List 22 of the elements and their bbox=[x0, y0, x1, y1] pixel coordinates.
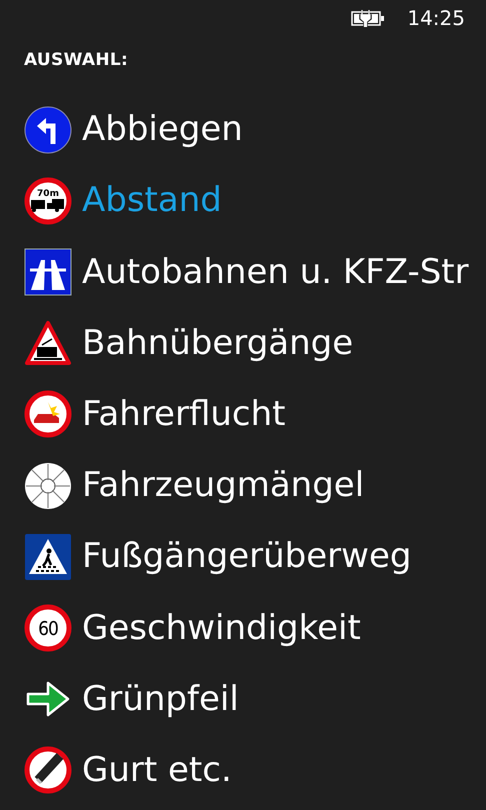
car-crash-sign-icon bbox=[24, 390, 72, 438]
speed-limit-sign-icon: 60 bbox=[24, 604, 72, 652]
category-item[interactable]: Geschwindigkeit bbox=[82, 608, 361, 648]
category-item[interactable]: Abbiegen bbox=[82, 109, 243, 150]
category-item[interactable]: Fußgängerüberweg bbox=[82, 536, 412, 578]
category-item[interactable]: Abstand bbox=[82, 180, 222, 222]
crosswalk-sign-icon bbox=[24, 532, 72, 581]
turn-arrow-sign-icon bbox=[24, 106, 72, 154]
category-item[interactable]: Gurt etc. bbox=[82, 750, 232, 791]
inspection-sticker-icon bbox=[24, 462, 72, 510]
motorway-sign-icon bbox=[24, 248, 72, 296]
category-item[interactable]: Grünpfeil bbox=[82, 678, 239, 720]
truck-distance-sign-icon: 70m bbox=[24, 176, 72, 225]
battery-charging-icon bbox=[351, 9, 386, 27]
category-item[interactable]: Fahrerflucht bbox=[82, 394, 286, 435]
clock-time: 14:25 bbox=[407, 6, 465, 30]
train-warning-sign-icon bbox=[24, 319, 72, 368]
category-item[interactable]: Autobahnen u. KFZ-Str bbox=[82, 252, 469, 292]
section-header: AUSWAHL: bbox=[24, 50, 130, 70]
seatbelt-sign-icon bbox=[24, 746, 72, 794]
category-item[interactable]: Bahnübergänge bbox=[82, 322, 354, 364]
category-item[interactable]: Fahrzeugmängel bbox=[82, 465, 364, 506]
